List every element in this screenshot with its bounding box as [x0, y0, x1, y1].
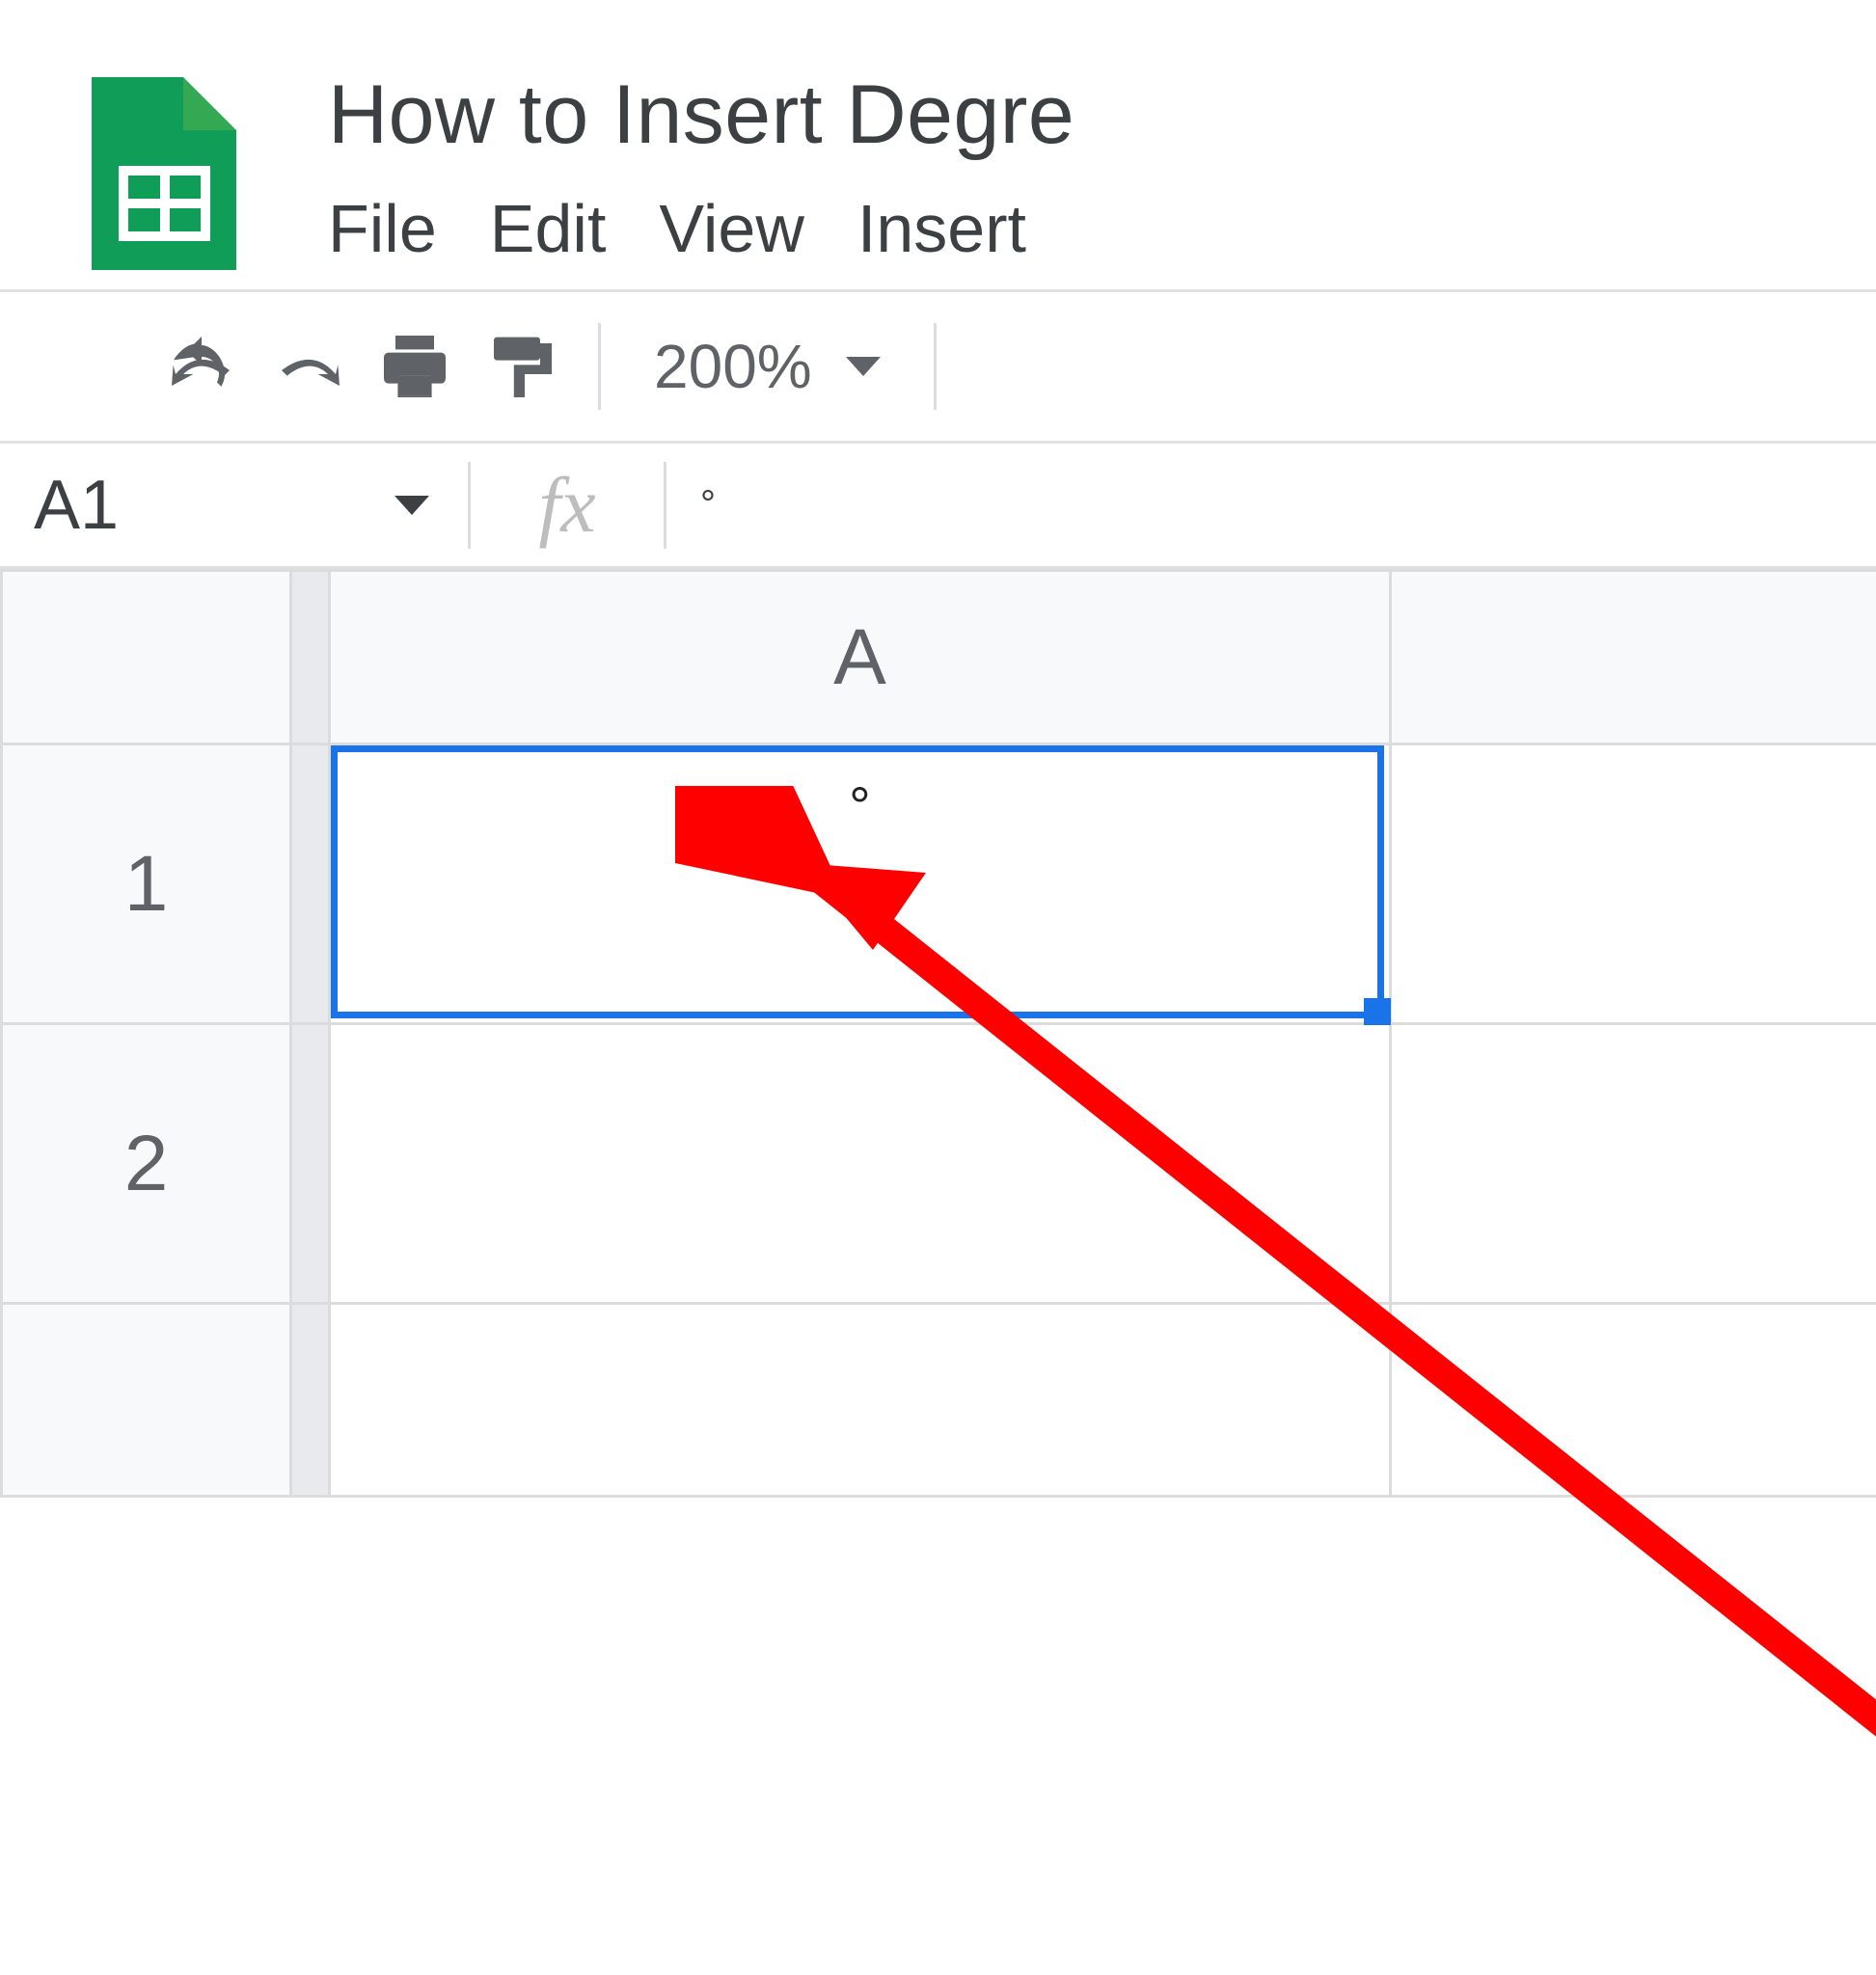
formula-input[interactable]: ° [666, 444, 1876, 566]
undo-button[interactable] [150, 313, 256, 419]
menu-insert[interactable]: Insert [857, 190, 1026, 267]
cell-B1[interactable] [1391, 744, 1876, 1024]
toolbar-separator [934, 323, 937, 410]
toolbar-separator [598, 323, 601, 410]
print-icon [376, 328, 453, 405]
document-title[interactable]: How to Insert Degre [328, 68, 1074, 163]
app-header: How to Insert Degre File Edit View Inser… [0, 0, 1876, 289]
sheets-logo-icon[interactable] [92, 77, 236, 270]
fx-icon: fx [471, 460, 664, 551]
gutter [291, 1304, 330, 1497]
name-box-value: A1 [34, 466, 119, 545]
zoom-value: 200% [654, 331, 812, 402]
name-box[interactable]: A1 [0, 444, 468, 566]
formula-bar-row: A1 fx ° [0, 444, 1876, 569]
toolbar: 200% [0, 289, 1876, 444]
menu-view[interactable]: View [659, 190, 803, 267]
menu-file[interactable]: File [328, 190, 437, 267]
gutter [291, 1024, 330, 1304]
chevron-down-icon [846, 357, 881, 376]
row-header-3[interactable] [2, 1304, 291, 1497]
cell-A1[interactable]: ° [330, 744, 1391, 1024]
redo-button[interactable] [256, 313, 362, 419]
select-all-corner[interactable] [2, 571, 291, 744]
menubar: File Edit View Insert [328, 190, 1074, 267]
gutter [291, 744, 330, 1024]
print-button[interactable] [362, 313, 468, 419]
column-header-B[interactable] [1391, 571, 1876, 744]
chevron-down-icon [394, 496, 429, 515]
column-header-A[interactable]: A [330, 571, 1391, 744]
paint-format-button[interactable] [468, 313, 574, 419]
cell-A2[interactable] [330, 1024, 1391, 1304]
cell-A3[interactable] [330, 1304, 1391, 1497]
redo-icon [270, 328, 347, 405]
cell-B3[interactable] [1391, 1304, 1876, 1497]
row-header-2[interactable]: 2 [2, 1024, 291, 1304]
spreadsheet-grid[interactable]: A 1 ° 2 [0, 569, 1876, 1498]
menu-edit[interactable]: Edit [490, 190, 607, 267]
row-header-1[interactable]: 1 [2, 744, 291, 1024]
gutter [291, 571, 330, 744]
cell-B2[interactable] [1391, 1024, 1876, 1304]
paint-roller-icon [482, 328, 559, 405]
zoom-dropdown[interactable]: 200% [625, 331, 910, 402]
